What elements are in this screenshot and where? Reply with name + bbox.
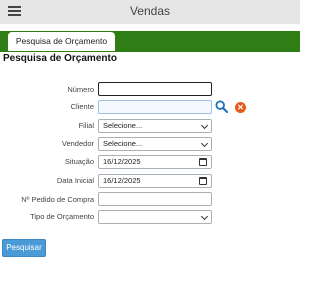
cliente-label: Cliente xyxy=(70,102,94,111)
page-title: Pesquisa de Orçamento xyxy=(3,53,117,64)
app-title: Vendas xyxy=(129,4,171,18)
cliente-input[interactable] xyxy=(98,100,212,114)
vendedor-label: Vendedor xyxy=(61,139,94,148)
data-inicial-value: 16/12/2025 xyxy=(103,176,141,185)
calendar-icon[interactable] xyxy=(199,177,207,185)
clear-icon[interactable]: ✕ xyxy=(235,102,246,113)
calendar-icon[interactable] xyxy=(199,158,207,166)
vendedor-selected: Selecione... xyxy=(103,139,143,148)
situacao-date-input[interactable]: 16/12/2025 xyxy=(98,155,212,169)
tab-pesquisa-orcamento[interactable]: Pesquisa de Orçamento xyxy=(8,32,115,51)
numero-label: Número xyxy=(67,85,94,94)
situacao-value: 16/12/2025 xyxy=(103,157,141,166)
filial-select[interactable]: Selecione... xyxy=(98,119,212,133)
search-icon[interactable] xyxy=(215,100,228,113)
vendedor-select[interactable]: Selecione... xyxy=(98,137,212,151)
tipo-orcamento-select[interactable] xyxy=(98,210,212,224)
data-inicial-date-input[interactable]: 16/12/2025 xyxy=(98,174,212,188)
pedido-compra-label: Nº Pedido de Compra xyxy=(21,195,94,204)
filial-selected: Selecione... xyxy=(103,121,143,130)
chevron-down-icon xyxy=(200,121,209,130)
chevron-down-icon xyxy=(200,212,209,221)
pedido-compra-input[interactable] xyxy=(98,192,212,206)
pesquisar-button[interactable]: Pesquisar xyxy=(2,239,46,257)
tipo-orcamento-label: Tipo de Orçamento xyxy=(30,212,94,221)
filial-label: Filial xyxy=(78,121,94,130)
top-bar: Vendas xyxy=(0,0,300,24)
data-inicial-label: Data Inicial xyxy=(56,176,94,185)
chevron-down-icon xyxy=(200,139,209,148)
situacao-label: Situação xyxy=(64,157,94,166)
numero-input[interactable] xyxy=(98,82,212,96)
